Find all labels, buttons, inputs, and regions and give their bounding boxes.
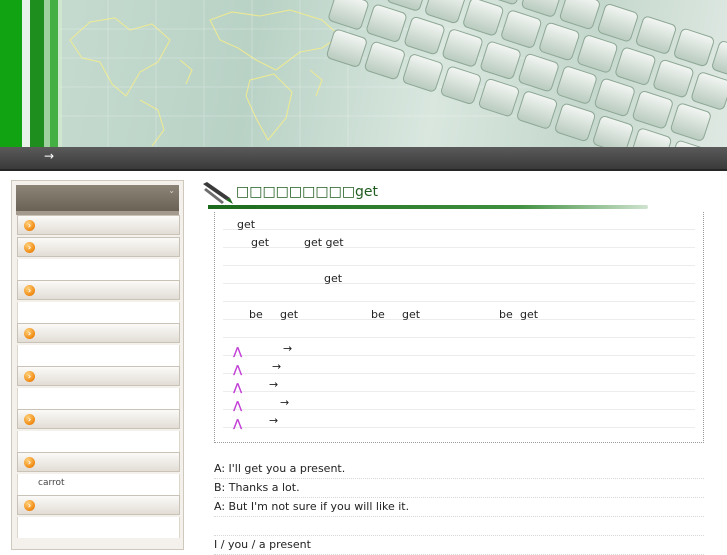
sidebar-subitem[interactable] (17, 517, 180, 538)
sidebar-subitem[interactable] (17, 302, 180, 323)
purple-triangle-icon: ⋀ (233, 417, 243, 430)
text-line-2b: get get (304, 236, 344, 249)
sidebar-item-2[interactable]: › (17, 237, 180, 257)
text-line-2a: get (251, 236, 270, 249)
text-line-6c: be (371, 308, 385, 321)
sidebar-subitem[interactable] (17, 431, 180, 452)
content-lines: get get get get get be get be get be get… (223, 212, 695, 434)
dialog-line-1: A: I'll get you a present. (214, 460, 704, 479)
purple-triangle-icon: ⋀ (233, 345, 243, 358)
dialog-line-4: I / you / a present (214, 536, 704, 555)
sidebar-menu: › › › › › › › carrot › (17, 215, 180, 538)
purple-triangle-icon: ⋀ (233, 363, 243, 376)
dialog-line-2: B: Thanks a lot. (214, 479, 704, 498)
sidebar-item-5[interactable]: › (17, 366, 180, 386)
sidebar-item-1[interactable]: › (17, 215, 180, 235)
sidebar-subitem[interactable] (17, 259, 180, 280)
orange-arrow-icon: › (24, 242, 35, 253)
sidebar-item-3[interactable]: › (17, 280, 180, 300)
content-box: get get get get get be get be get be get… (214, 212, 704, 443)
page-title: □□□□□□□□□get (236, 184, 379, 200)
orange-arrow-icon: › (24, 371, 35, 382)
pen-icon (203, 182, 233, 204)
dialog-line-3: A: But I'm not sure if you will like it. (214, 498, 704, 517)
chevron-down-icon: ⌄ (168, 186, 175, 195)
orange-arrow-icon: › (24, 414, 35, 425)
nav-bar: → (0, 147, 727, 171)
sidebar-item-7[interactable]: › (17, 452, 180, 472)
sidebar: ⌄ › › › › › › › carrot › (11, 180, 184, 550)
dialog-example: A: I'll get you a present. B: Thanks a l… (214, 460, 704, 555)
arrow-text-1: → (283, 342, 293, 355)
arrow-text-3: → (269, 378, 279, 391)
text-line-6e: be (499, 308, 513, 321)
orange-arrow-icon: › (24, 328, 35, 339)
sidebar-subitem[interactable] (17, 345, 180, 366)
sidebar-item-8[interactable]: › (17, 495, 180, 515)
sidebar-header: ⌄ (16, 185, 179, 212)
text-line-1: get (237, 218, 256, 231)
text-line-6a: be (249, 308, 263, 321)
orange-arrow-icon: › (24, 500, 35, 511)
keyboard-graphic (326, 0, 727, 147)
text-line-6b: get (280, 308, 299, 321)
article-header: □□□□□□□□□get (200, 178, 670, 212)
text-line-4: get (324, 272, 343, 285)
arrow-text-4: → (280, 396, 290, 409)
title-underline (208, 205, 648, 209)
purple-triangle-icon: ⋀ (233, 381, 243, 394)
nav-arrow-icon[interactable]: → (44, 149, 54, 163)
arrow-text-5: → (269, 414, 279, 427)
arrow-text-2: → (272, 360, 282, 373)
orange-arrow-icon: › (24, 220, 35, 231)
text-line-6d: get (402, 308, 421, 321)
sidebar-subitem[interactable] (17, 388, 180, 409)
orange-arrow-icon: › (24, 457, 35, 468)
sidebar-item-4[interactable]: › (17, 323, 180, 343)
header-banner (0, 0, 727, 147)
text-line-6f: get (520, 308, 539, 321)
dialog-spacer (214, 517, 704, 536)
orange-arrow-icon: › (24, 285, 35, 296)
sidebar-subitem-carrot[interactable]: carrot (17, 474, 180, 495)
sidebar-item-6[interactable]: › (17, 409, 180, 429)
purple-triangle-icon: ⋀ (233, 399, 243, 412)
